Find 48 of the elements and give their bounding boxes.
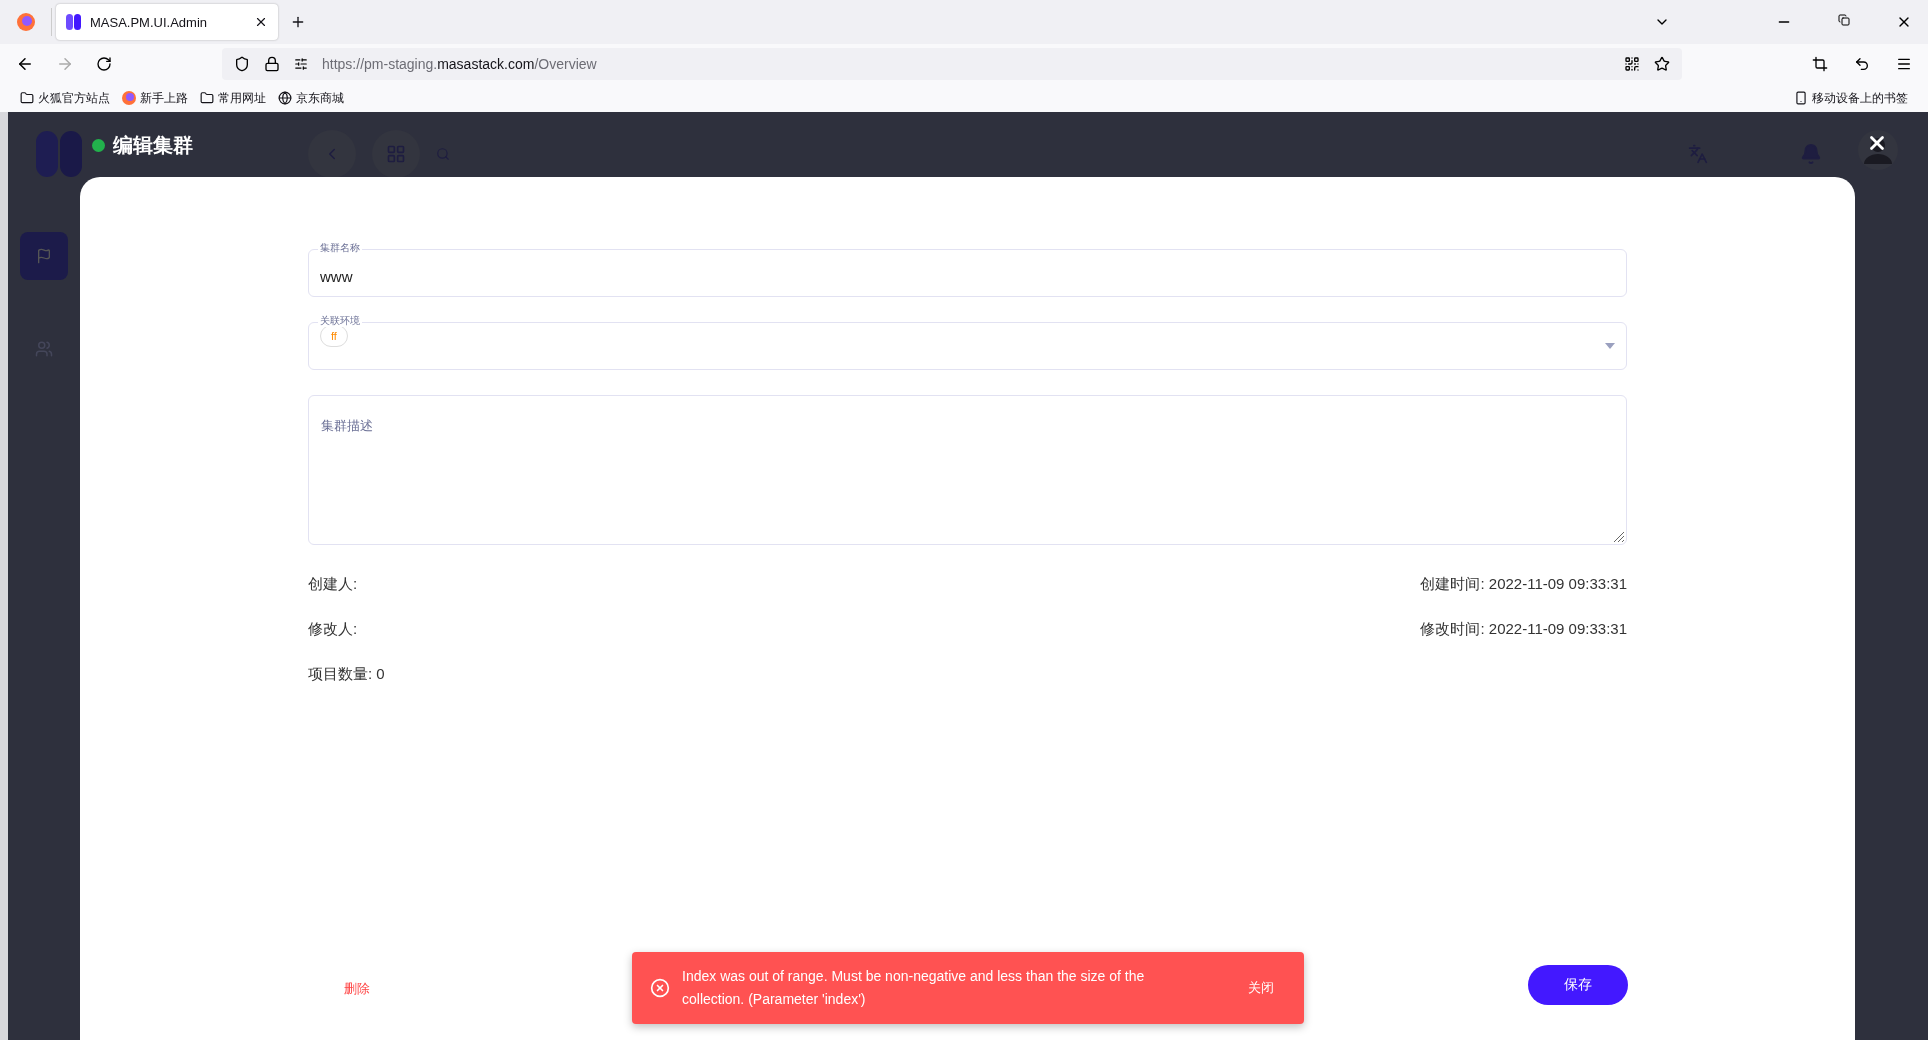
phone-icon xyxy=(1794,91,1808,105)
cluster-name-field[interactable]: 集群名称 www xyxy=(308,242,1627,297)
info-value: 修改时间: 2022-11-09 09:33:31 xyxy=(1420,620,1627,635)
crop-icon[interactable] xyxy=(1812,56,1828,72)
error-icon xyxy=(650,978,670,998)
resize-handle-icon[interactable] xyxy=(1612,530,1624,542)
bookmark[interactable]: 京东商城 xyxy=(278,89,344,107)
bookmark[interactable]: 常用网址 xyxy=(200,89,266,107)
shield-icon xyxy=(234,56,250,72)
browser-logo-icon xyxy=(122,91,136,105)
environment-select[interactable]: 关联环境 ff xyxy=(308,315,1627,370)
save-button[interactable]: 保存 xyxy=(1528,965,1628,1005)
new-tab-icon[interactable] xyxy=(290,14,306,30)
browser-tab[interactable]: MASA.PM.UI.Admin xyxy=(56,4,278,40)
bookmark[interactable]: 新手上路 xyxy=(122,89,188,107)
dialog-title: 编辑集群 xyxy=(113,133,193,158)
restore-icon[interactable] xyxy=(1838,14,1850,26)
reload-icon[interactable] xyxy=(96,56,112,72)
menu-icon[interactable] xyxy=(1896,56,1912,72)
error-message: Index was out of range. Must be non-negative and less than the size of the collection. (Parameter 'index') xyxy=(682,967,1146,1009)
delete-button[interactable]: 删除 xyxy=(338,979,376,999)
site-logo-icon xyxy=(66,14,82,30)
info-label: 修改人: xyxy=(308,620,358,635)
bookmark[interactable]: 火狐官方站点 xyxy=(20,89,110,107)
status-dot xyxy=(92,139,105,152)
lock-icon xyxy=(264,56,280,72)
scrollbar[interactable] xyxy=(0,112,8,1040)
permissions-icon xyxy=(294,57,308,71)
globe-icon xyxy=(278,91,292,105)
grid-icon xyxy=(386,144,406,164)
close-tab-icon[interactable] xyxy=(254,15,268,29)
bookmark[interactable]: 移动设备上的书签 xyxy=(1794,89,1908,107)
qr-code-icon[interactable] xyxy=(1624,56,1640,72)
back-icon[interactable] xyxy=(16,55,34,73)
folder-icon xyxy=(200,91,214,105)
flag-icon xyxy=(36,248,52,264)
back-button[interactable] xyxy=(308,130,356,178)
info-value: 创建时间: 2022-11-09 09:33:31 xyxy=(1420,575,1627,590)
dropdown-caret-icon xyxy=(1605,343,1615,349)
info-label: 创建人: xyxy=(308,575,358,590)
info-label: 项目数量: 0 xyxy=(308,665,385,680)
address-bar[interactable]: https://pm-staging.masastack.com/Overview xyxy=(222,48,1682,80)
folder-icon xyxy=(20,91,34,105)
star-icon[interactable] xyxy=(1654,56,1670,72)
browser-logo-icon[interactable] xyxy=(16,13,35,31)
grid-button[interactable] xyxy=(372,130,420,178)
description-field[interactable]: 集群描述 xyxy=(308,395,1627,545)
undo-icon[interactable] xyxy=(1854,56,1870,72)
